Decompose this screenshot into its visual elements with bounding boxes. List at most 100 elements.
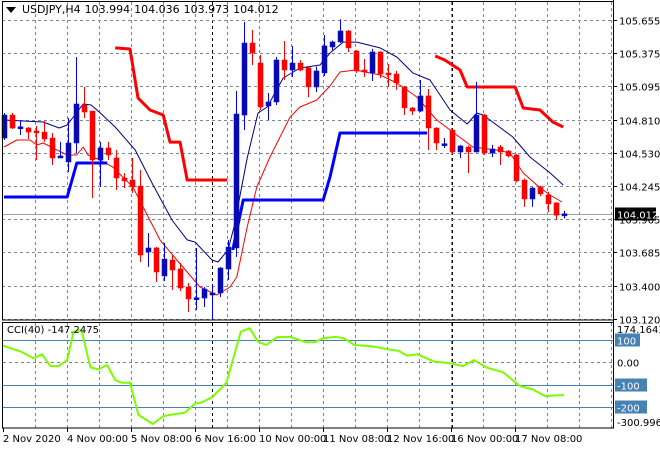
dropdown-triangle-icon[interactable]	[6, 6, 16, 13]
price-chart[interactable]: 105.655 105.375 105.095 104.810 104.530 104.2…	[0, 0, 660, 450]
candle-bullish	[273, 57, 280, 106]
candle-bearish	[513, 153, 520, 183]
candle-body	[17, 126, 24, 129]
high-value: 104.036	[134, 3, 180, 16]
candle-bullish	[217, 267, 224, 298]
candle-body	[561, 213, 568, 217]
candle-body	[161, 258, 168, 277]
candle-body	[329, 41, 336, 48]
candle-body	[73, 103, 80, 144]
time-axis-label: 16 Nov 00:00	[451, 434, 518, 445]
current-price-label: 104.012	[617, 211, 658, 222]
cci-value: -147.2475	[47, 325, 99, 336]
time-axis-label: 11 Nov 08:00	[323, 434, 390, 445]
price-axis-label: 103.400	[619, 283, 660, 294]
candle-body	[425, 95, 432, 129]
candle-body	[529, 187, 536, 200]
candle-body	[129, 179, 136, 188]
candle-body	[25, 127, 32, 133]
candle-bearish	[377, 51, 384, 79]
candle-body	[409, 107, 416, 112]
candle-body	[209, 292, 216, 296]
candle-body	[361, 69, 368, 73]
candle-body	[553, 202, 560, 216]
time-axis-label: 5 Nov 08:00	[131, 434, 192, 445]
candle-body	[105, 147, 112, 156]
candle-body	[281, 59, 288, 71]
open-value: 103.994	[84, 3, 131, 16]
candle-body	[241, 42, 248, 116]
time-axis-label: 4 Nov 00:00	[67, 434, 128, 445]
candle-body	[153, 247, 160, 273]
candle-body	[41, 131, 48, 140]
candle-body	[345, 30, 352, 49]
time-axis-label: 12 Nov 16:00	[387, 434, 454, 445]
cci-level-label: -200	[617, 404, 640, 415]
candle-body	[417, 95, 424, 112]
candle-body	[265, 101, 272, 107]
candle-body	[385, 72, 392, 76]
candle-body	[201, 288, 208, 299]
candle-body	[33, 130, 40, 134]
time-axis-label: 17 Nov 08:00	[515, 434, 582, 445]
cci-max-label: 174.1643	[617, 325, 660, 336]
candle-body	[321, 45, 328, 74]
candle-body	[449, 129, 456, 153]
candle-body	[97, 147, 104, 161]
candle-body	[297, 62, 304, 71]
price-axis-label: 105.095	[619, 83, 660, 94]
candle-body	[257, 62, 264, 108]
candle-body	[145, 247, 152, 253]
candle-body	[89, 110, 96, 161]
candle-bullish	[233, 90, 240, 258]
candle-body	[465, 146, 472, 153]
time-axis-label: 6 Nov 16:00	[195, 434, 256, 445]
candle-body	[273, 59, 280, 103]
symbol-label: USDJPY,H4	[22, 3, 81, 16]
time-axis-label: 10 Nov 00:00	[259, 434, 326, 445]
cci-level-label: -100	[617, 382, 640, 393]
price-axis-label: 104.810	[619, 117, 660, 128]
close-value: 104.012	[233, 3, 279, 16]
cci-label: CCI(40) -147.2475	[7, 325, 99, 336]
candle-body	[177, 268, 184, 289]
candle-body	[401, 86, 408, 109]
candle-body	[457, 145, 464, 153]
candle-body	[49, 137, 56, 159]
candle-body	[169, 259, 176, 271]
candle-body	[377, 51, 384, 75]
candle-body	[537, 186, 544, 195]
candle-bearish	[353, 50, 360, 73]
candle-body	[513, 154, 520, 182]
candle-body	[313, 70, 320, 88]
candle-body	[489, 148, 496, 154]
candle-bearish	[257, 55, 264, 110]
candle-body	[441, 143, 448, 146]
candle-body	[113, 157, 120, 179]
cci-title: CCI(40)	[7, 325, 45, 336]
candle-body	[81, 104, 88, 113]
candle-body	[185, 286, 192, 300]
candle-body	[9, 114, 16, 129]
candle-bearish	[9, 113, 16, 129]
candle-body	[225, 246, 232, 270]
low-value: 103.973	[183, 3, 230, 16]
cci-level-label: 0.00	[617, 359, 639, 370]
candle-body	[393, 73, 400, 84]
time-axis-label: 2 Nov 2020	[3, 434, 61, 445]
candle-body	[65, 142, 72, 163]
candle-body	[505, 150, 512, 157]
candle-body	[545, 194, 552, 205]
candle-body	[57, 155, 64, 159]
price-axis-label: 105.655	[619, 17, 660, 28]
candle-body	[521, 179, 528, 200]
candle-body	[337, 30, 344, 43]
candle-body	[217, 267, 224, 294]
candle-body	[481, 114, 488, 154]
candle-body	[121, 177, 128, 182]
candle-body	[137, 185, 144, 256]
candle-body	[473, 114, 480, 153]
candle-bearish	[449, 129, 456, 153]
price-axis-label: 103.685	[619, 249, 660, 260]
cci-min-label: -300.9964	[617, 418, 660, 429]
